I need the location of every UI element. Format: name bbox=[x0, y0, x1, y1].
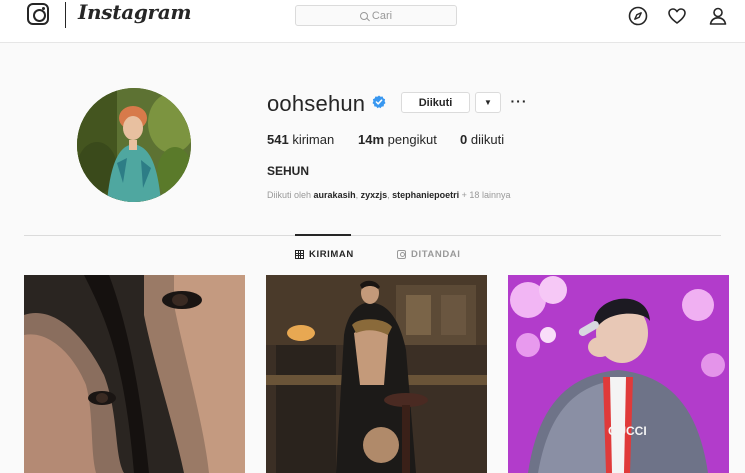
follower-link[interactable]: zyxzjs bbox=[361, 190, 388, 200]
profile-avatar[interactable] bbox=[77, 88, 191, 202]
following-count[interactable]: 0 diikuti bbox=[460, 132, 504, 147]
verified-badge-icon bbox=[372, 95, 386, 109]
svg-text:GUCCI: GUCCI bbox=[608, 424, 647, 438]
follower-link[interactable]: aurakasih bbox=[314, 190, 356, 200]
top-navigation-bar: Instagram Cari bbox=[0, 0, 745, 43]
search-input[interactable]: Cari bbox=[295, 5, 457, 26]
profile-username: oohsehun bbox=[267, 91, 366, 116]
tab-tagged[interactable]: DITANDAI bbox=[397, 249, 460, 260]
tab-posts[interactable]: KIRIMAN bbox=[295, 249, 354, 260]
post-thumbnail[interactable] bbox=[24, 275, 245, 473]
following-button[interactable]: Diikuti bbox=[401, 92, 470, 113]
post-thumbnail[interactable]: GUCCI bbox=[508, 275, 729, 473]
heart-icon[interactable] bbox=[666, 5, 688, 27]
ellipsis-icon[interactable]: ··· bbox=[511, 93, 527, 109]
compass-icon[interactable] bbox=[627, 5, 649, 27]
active-tab-indicator bbox=[295, 234, 351, 236]
followed-by-text[interactable]: Diikuti oleh aurakasih, zyxzjs, stephani… bbox=[267, 190, 510, 200]
grid-icon bbox=[295, 250, 304, 259]
user-icon[interactable] bbox=[707, 5, 729, 27]
follower-link[interactable]: stephaniepoetri bbox=[392, 190, 459, 200]
posts-count: 541 kiriman bbox=[267, 132, 335, 147]
brand-divider bbox=[65, 2, 66, 28]
followers-count[interactable]: 14m pengikut bbox=[358, 132, 437, 147]
suggestions-dropdown-button[interactable]: ▼ bbox=[475, 92, 501, 113]
tabs-divider bbox=[24, 235, 721, 236]
profile-full-name: SEHUN bbox=[267, 164, 310, 178]
instagram-logo-icon[interactable] bbox=[27, 3, 49, 25]
search-icon bbox=[359, 11, 368, 20]
tag-icon bbox=[397, 250, 406, 259]
instagram-wordmark[interactable]: Instagram bbox=[78, 0, 192, 24]
search-placeholder: Cari bbox=[371, 9, 393, 22]
chevron-down-icon: ▼ bbox=[484, 98, 492, 107]
post-thumbnail[interactable] bbox=[266, 275, 487, 473]
